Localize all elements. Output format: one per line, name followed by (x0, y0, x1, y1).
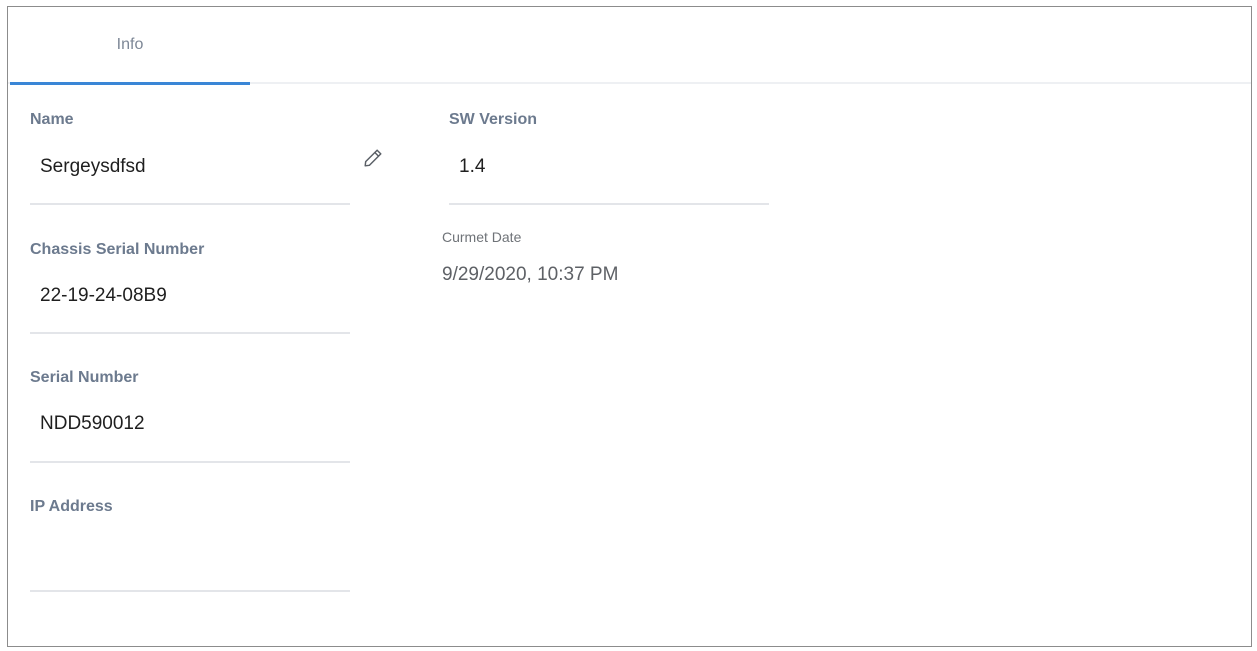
device-info-panel: Info Name Sergeysdfsd Chassis Serial Num… (7, 6, 1252, 647)
sw-version-value: 1.4 (459, 156, 486, 177)
name-divider (30, 203, 350, 205)
chassis-serial-divider (30, 332, 350, 334)
name-value: Sergeysdfsd (40, 156, 146, 177)
ip-address-divider (30, 590, 350, 592)
tab-info[interactable]: Info (10, 7, 250, 85)
chassis-serial-value: 22-19-24-08B9 (40, 285, 167, 306)
serial-number-label: Serial Number (30, 369, 139, 386)
tab-bar: Info (8, 7, 1251, 85)
name-label: Name (30, 111, 74, 128)
ip-address-label: IP Address (30, 498, 113, 515)
pencil-icon[interactable] (362, 147, 384, 169)
chassis-serial-label: Chassis Serial Number (30, 241, 205, 258)
sw-version-divider (449, 203, 769, 205)
serial-number-divider (30, 461, 350, 463)
serial-number-value: NDD590012 (40, 413, 145, 434)
current-date-value: 9/29/2020, 10:37 PM (442, 264, 619, 285)
sw-version-label: SW Version (449, 111, 538, 128)
current-date-label: Curmet Date (442, 229, 522, 245)
